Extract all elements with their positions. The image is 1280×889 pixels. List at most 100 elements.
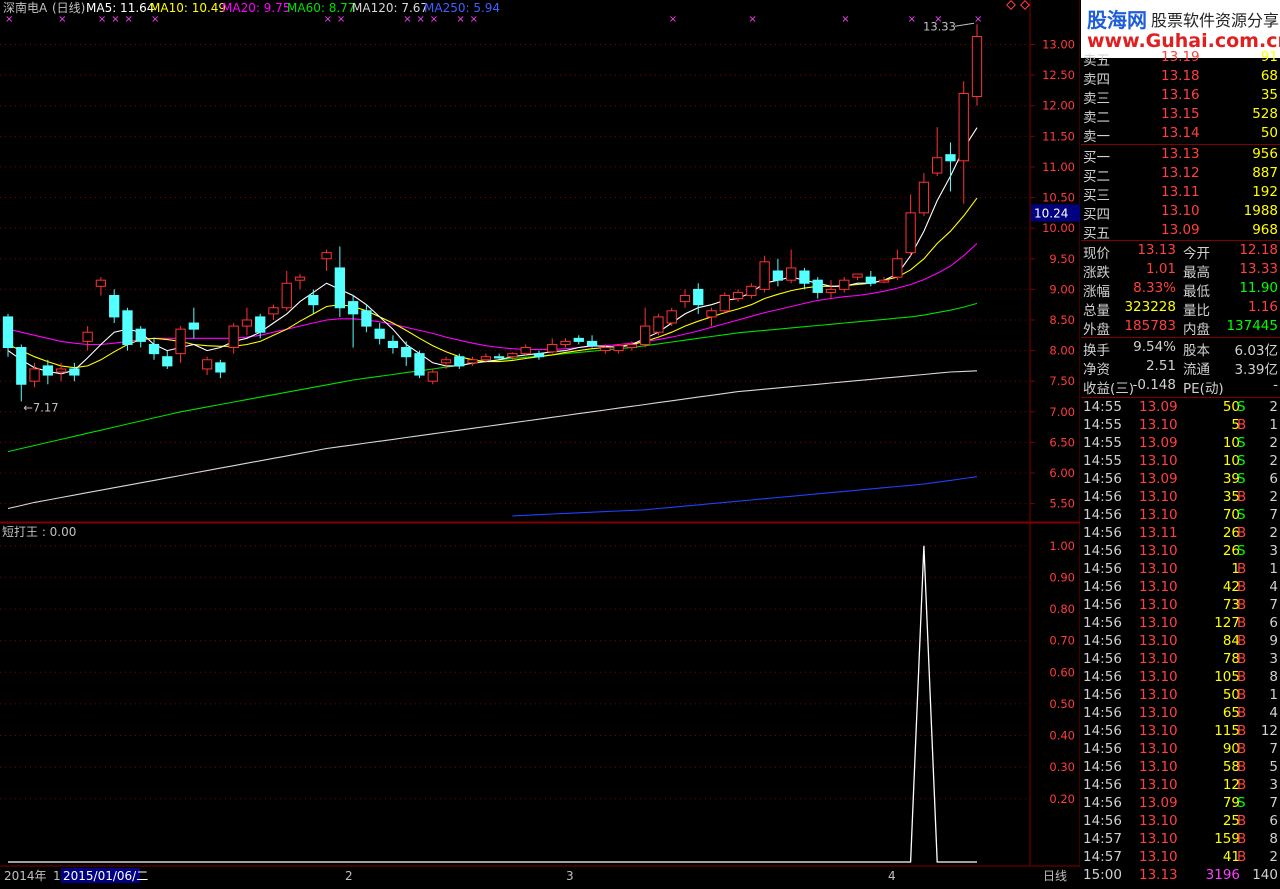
stat-row: 换手 9.54% 股本 6.03亿 [1083,339,1278,359]
tick-side: S [1237,507,1246,523]
tick-count: 2 [1269,399,1278,415]
period-button[interactable]: 日线 [1043,869,1067,883]
stat-row: 涨跌 1.01 最高 13.33 [1083,261,1278,281]
bid-volume: 192 [1252,184,1278,200]
candle-body [746,285,757,296]
tick-side: B [1237,687,1247,703]
tick-price: 13.09 [1139,795,1178,811]
ask-price: 13.14 [1161,125,1200,141]
candle-body [308,294,319,306]
candle-body [653,316,664,333]
candle-body [706,310,717,318]
tick-time: 14:56 [1083,669,1122,685]
candle-body [626,343,638,349]
bid-price: 13.13 [1161,146,1200,162]
signal-mark: × [669,14,677,25]
bid-row: 买三 13.11 192 [1083,184,1278,204]
candle-body [878,279,890,283]
price-tick-label: 5.50 [1049,497,1075,511]
ask-price: 13.18 [1161,68,1200,84]
tick-count: 3 [1269,543,1278,559]
panel-separator [1081,144,1280,145]
bid-label: 买二 [1083,169,1110,185]
chart-stage[interactable]: 13.33←7.17 × × × × × × × × × × × × × × × × × × × 0.200.300… [0,0,1080,889]
year-label: 2014年 [4,869,47,883]
tick-time: 14:56 [1083,741,1122,757]
tick-row: 14:55 13.10 10 S 2 [1083,453,1278,471]
price-tick-label: 11.00 [1042,160,1075,174]
tick-price: 13.11 [1139,525,1178,541]
ask-price: 13.15 [1161,106,1200,122]
tick-row: 14:56 13.10 70 S 7 [1083,507,1278,525]
candle-body [719,294,730,312]
tick-price: 13.09 [1139,435,1178,451]
tick-row: 14:56 13.10 105 B 8 [1083,669,1278,687]
candle-body [387,340,399,349]
tick-count: 5 [1269,759,1278,775]
candle-body [971,36,983,98]
stat-label: 收益(三) [1083,381,1135,397]
tick-count: 8 [1269,831,1278,847]
tick-count: 3 [1269,777,1278,793]
bid-label: 买三 [1083,188,1110,204]
candle-body [294,276,306,281]
stat-value: 11.90 [1239,280,1278,296]
candle-body [640,325,651,345]
tick-row: 14:57 13.10 41 B 2 [1083,849,1278,867]
tick-row: 14:55 13.09 50 S 2 [1083,399,1278,417]
bid-row: 买五 13.09 968 [1083,222,1278,242]
month-3-label: 3 [566,869,574,883]
signal-mark: × [416,14,424,25]
tick-row: 14:56 13.10 35 B 2 [1083,489,1278,507]
tick-price: 13.10 [1139,777,1178,793]
tick-time: 14:56 [1083,489,1122,505]
tick-row: 14:56 13.10 73 B 7 [1083,597,1278,615]
tick-count: 4 [1269,705,1278,721]
tick-time: 14:55 [1083,435,1122,451]
candle-body [95,279,107,287]
tick-row: 15:00 13.13 3196 140 [1083,867,1278,885]
sub-tick-label: 0.50 [1049,697,1075,711]
tick-time: 14:56 [1083,723,1122,739]
candle-body [175,328,186,355]
stat-value: 323228 [1124,299,1176,315]
tick-side: B [1237,849,1247,865]
ask-label: 卖一 [1083,129,1110,145]
tick-row: 14:56 13.10 12 B 3 [1083,777,1278,795]
tick-price: 13.10 [1139,741,1178,757]
tick-price: 13.10 [1139,543,1178,559]
tick-time: 14:56 [1083,759,1122,775]
candle-body [586,340,598,347]
ma10-label: MA10: 10.49 [150,1,226,15]
tick-side: B [1237,417,1247,433]
signal-mark: × [324,14,332,25]
stat-value: 13.33 [1239,261,1278,277]
candle-body [560,340,571,345]
tick-price: 13.10 [1139,849,1178,865]
candle-body [188,322,199,330]
candle-body [440,359,452,364]
bid-row: 买二 13.12 887 [1083,165,1278,185]
candle-body [759,261,770,290]
bid-row: 买四 13.10 1988 [1083,203,1278,223]
month-2-label: 2 [345,869,353,883]
candle-body [786,267,797,281]
tick-time: 14:56 [1083,471,1122,487]
tick-price: 13.13 [1139,867,1178,883]
bid-label: 买五 [1083,226,1110,242]
ask-volume: 528 [1252,106,1278,122]
candle-body [905,212,916,254]
price-tick-label: 7.50 [1049,374,1075,388]
ask-row: 卖四 13.18 68 [1083,68,1278,88]
bid-volume: 887 [1252,165,1278,181]
ma120-label: MA120: 7.67 [352,1,428,15]
tick-price: 13.09 [1139,399,1178,415]
tick-side: S [1237,543,1246,559]
tick-price: 13.10 [1139,597,1178,613]
candle-body [55,368,67,373]
tick-row: 14:55 13.09 10 S 2 [1083,435,1278,453]
tick-price: 13.10 [1139,723,1178,739]
bid-price: 13.11 [1161,184,1200,200]
candle-body [507,353,518,358]
price-tick-label: 10.50 [1042,191,1075,205]
